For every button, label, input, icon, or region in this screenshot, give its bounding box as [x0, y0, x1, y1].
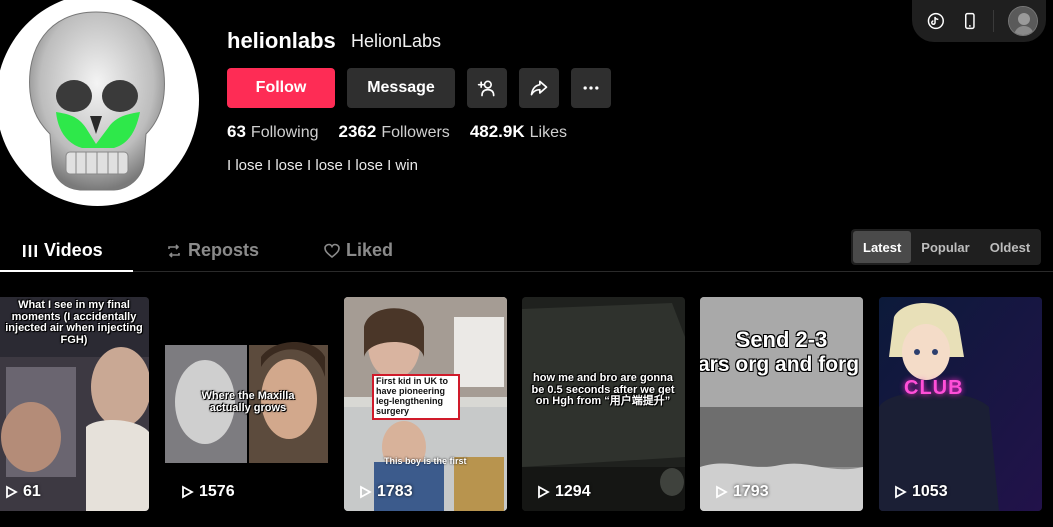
video-views: 1576 — [180, 483, 235, 501]
repost-icon — [168, 243, 180, 258]
news-headline-box: First kid in UK to have pioneering leg-l… — [372, 374, 460, 420]
video-thumbnail[interactable]: Send 2-3 ars org and forg 1793 — [700, 297, 863, 511]
tiktok-icon[interactable] — [926, 11, 946, 31]
play-icon — [360, 485, 372, 499]
tab-liked-label: Liked — [346, 240, 394, 260]
video-thumbnail[interactable]: First kid in UK to have pioneering leg-l… — [344, 297, 507, 511]
video-caption-secondary: ars org and forg — [700, 353, 860, 376]
stat-likes: 482.9K Likes — [469, 122, 567, 141]
profile-bio: I lose I lose I lose I lose I win — [227, 157, 418, 174]
share-icon — [530, 80, 548, 96]
profile-page: helionlabs HelionLabs Follow Message 63 F… — [0, 0, 1053, 527]
follow-button[interactable]: Follow — [227, 68, 335, 108]
play-icon — [6, 485, 18, 499]
video-caption: Where the Maxilla actually grows — [201, 390, 295, 414]
video-views: 1783 — [358, 483, 413, 501]
play-icon — [895, 485, 907, 499]
username: helionlabs — [227, 28, 336, 53]
video-views: 61 — [4, 483, 41, 501]
video-caption: Send 2-3 — [735, 327, 828, 352]
user-avatar-icon — [1009, 7, 1037, 35]
profile-avatar[interactable] — [0, 0, 199, 206]
video-views: 1793 — [714, 483, 769, 501]
share-button[interactable] — [519, 68, 559, 108]
sort-popular[interactable]: Popular — [911, 231, 979, 263]
phone-icon[interactable] — [960, 11, 980, 31]
video-caption-secondary: This boy is the first — [384, 456, 467, 466]
toolbar-divider — [993, 10, 995, 32]
tab-videos-label: Videos — [44, 240, 103, 260]
top-right-toolbar — [912, 0, 1046, 42]
tab-videos[interactable]: Videos — [22, 240, 103, 261]
active-tab-indicator — [0, 270, 133, 272]
add-friend-icon — [477, 80, 495, 97]
tab-reposts-label: Reposts — [188, 240, 260, 260]
sort-latest[interactable]: Latest — [853, 231, 912, 263]
video-views: 1294 — [536, 483, 591, 501]
stat-followers[interactable]: 2362 Followers — [339, 122, 450, 142]
sort-toggle: Latest Popular Oldest — [851, 229, 1041, 265]
message-button[interactable]: Message — [347, 68, 455, 108]
video-thumbnail[interactable]: how me and bro are gonna be 0.5 seconds … — [522, 297, 685, 511]
nickname: HelionLabs — [351, 31, 442, 51]
heart-icon — [324, 243, 340, 258]
more-button[interactable] — [571, 68, 611, 108]
play-icon — [716, 485, 728, 499]
play-icon — [538, 485, 550, 499]
more-icon — [583, 86, 599, 90]
video-views: 1053 — [893, 483, 948, 501]
video-thumbnail[interactable]: CLUB 1053 — [879, 297, 1042, 511]
profile-stats: 63 Following 2362 Followers 482.9K Likes — [227, 122, 567, 142]
video-thumbnail[interactable]: Where the Maxilla actually grows 1576 — [165, 297, 328, 511]
video-thumbnail[interactable]: What I see in my final moments (I accide… — [0, 297, 149, 511]
skull-icon — [29, 11, 165, 191]
stat-following[interactable]: 63 Following — [227, 122, 319, 142]
club-neon-logo: CLUB — [904, 377, 964, 399]
add-friend-button[interactable] — [467, 68, 507, 108]
video-caption: how me and bro are gonna be 0.5 seconds … — [531, 372, 675, 408]
grid-icon — [23, 244, 37, 257]
video-caption: What I see in my final moments (I accide… — [5, 299, 143, 346]
video-thumbnail-image — [879, 297, 1042, 511]
sort-oldest[interactable]: Oldest — [980, 231, 1040, 263]
tab-reposts[interactable]: Reposts — [166, 240, 259, 261]
user-avatar[interactable] — [1008, 6, 1038, 36]
play-icon — [182, 485, 194, 499]
tab-liked[interactable]: Liked — [324, 240, 393, 261]
